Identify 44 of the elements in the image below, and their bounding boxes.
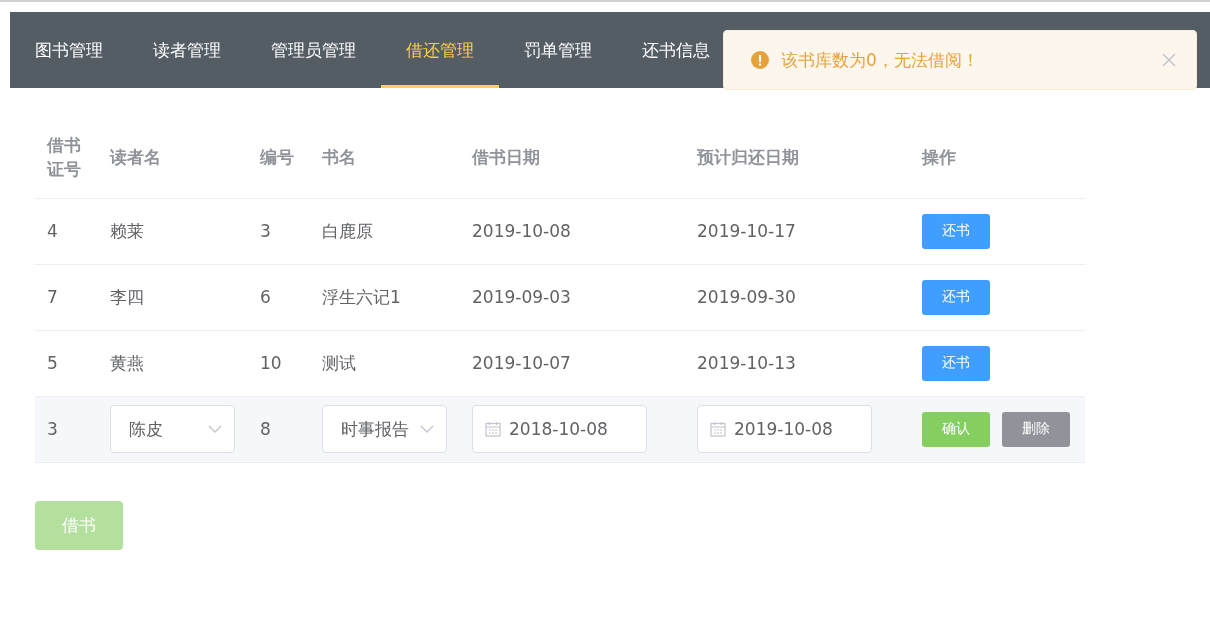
book-number: 3 bbox=[260, 221, 271, 241]
column-header: 借书证号 bbox=[47, 133, 82, 181]
chevron-down-icon bbox=[420, 424, 434, 434]
reader-select[interactable]: 陈皮 bbox=[110, 405, 235, 453]
card-number: 4 bbox=[47, 221, 58, 241]
book-title: 测试 bbox=[322, 352, 356, 373]
borrow-date: 2019-10-07 bbox=[472, 353, 571, 373]
book-title: 白鹿原 bbox=[322, 220, 373, 241]
nav-tab[interactable]: 借还管理 bbox=[381, 12, 499, 88]
calendar-icon bbox=[485, 421, 501, 437]
reader-name: 黄燕 bbox=[110, 352, 144, 373]
close-icon[interactable] bbox=[1162, 53, 1176, 67]
calendar-icon bbox=[710, 421, 726, 437]
column-header: 编号 bbox=[260, 145, 294, 169]
date-picker[interactable]: 2018-10-08 bbox=[472, 405, 647, 453]
card-number: 5 bbox=[47, 353, 58, 373]
nav-tab[interactable]: 读者管理 bbox=[128, 12, 246, 88]
action-button[interactable]: 删除 bbox=[1002, 411, 1070, 447]
due-date: 2019-10-13 bbox=[697, 353, 796, 373]
date-picker[interactable]: 2019-10-08 bbox=[697, 405, 872, 453]
book-number: 6 bbox=[260, 287, 271, 307]
nav-tab[interactable]: 图书管理 bbox=[10, 12, 128, 88]
borrow-date: 2019-09-03 bbox=[472, 287, 571, 307]
book-title: 浮生六记1 bbox=[322, 286, 401, 307]
due-date: 2019-10-17 bbox=[697, 221, 796, 241]
toast-message: 该书库数为0，无法借阅！ bbox=[781, 48, 980, 72]
column-header: 操作 bbox=[922, 145, 956, 169]
nav-tab[interactable]: 罚单管理 bbox=[499, 12, 617, 88]
reader-name: 李四 bbox=[110, 286, 144, 307]
column-header: 书名 bbox=[322, 145, 356, 169]
column-header: 预计归还日期 bbox=[697, 145, 799, 169]
borrow-date: 2019-10-08 bbox=[472, 221, 571, 241]
nav-tab[interactable]: 管理员管理 bbox=[246, 12, 381, 88]
due-date: 2019-09-30 bbox=[697, 287, 796, 307]
chevron-down-icon bbox=[208, 424, 222, 434]
card-number: 3 bbox=[47, 419, 58, 439]
reader-name: 赖莱 bbox=[110, 220, 144, 241]
book-number: 8 bbox=[260, 419, 271, 439]
card-number: 7 bbox=[47, 287, 58, 307]
column-header: 读者名 bbox=[110, 145, 161, 169]
book-select[interactable]: 时事报告 bbox=[322, 405, 447, 453]
column-header: 借书日期 bbox=[472, 145, 540, 169]
book-number: 10 bbox=[260, 353, 282, 373]
warning-icon bbox=[751, 51, 769, 69]
